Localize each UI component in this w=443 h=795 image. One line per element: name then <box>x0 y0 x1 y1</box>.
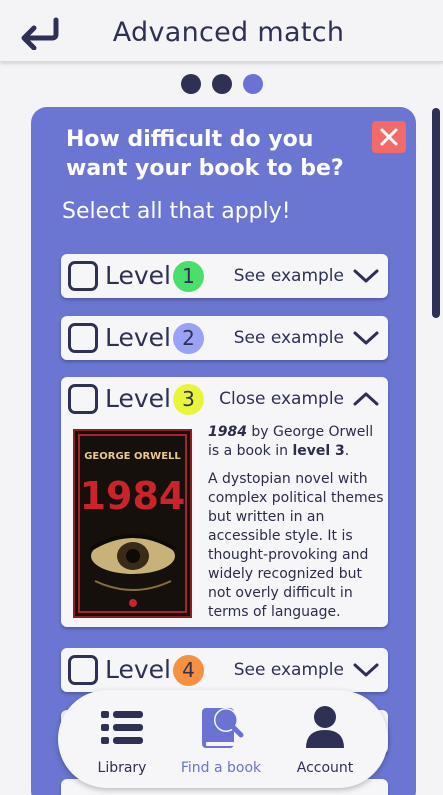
level-badge-2: 2 <box>173 323 204 354</box>
example-content: GEORGE ORWELL 1984 1984 by George Orwell… <box>61 421 388 627</box>
level-2-checkbox[interactable] <box>68 323 98 353</box>
chevron-down-icon <box>353 331 379 345</box>
step-dot-2 <box>211 74 232 94</box>
user-icon <box>306 706 344 748</box>
level-card-4: Level 4 See example <box>61 648 388 692</box>
summary-period: . <box>344 443 350 459</box>
level-1-checkbox[interactable] <box>68 261 98 291</box>
level-badge-1: 1 <box>173 261 204 292</box>
book-cover-image: GEORGE ORWELL 1984 <box>73 429 192 618</box>
example-toggle-label: Close example <box>219 389 344 409</box>
level-badge-4: 4 <box>173 655 204 686</box>
question-heading: How difficult do you want your book to b… <box>66 127 344 181</box>
nav-label-find-a-book: Find a book <box>180 760 262 776</box>
app-header: Advanced match <box>0 0 443 62</box>
example-toggle-label: See example <box>233 660 344 680</box>
nav-label-library: Library <box>97 760 147 776</box>
bottom-navigation: Library Find a book Account <box>58 690 388 788</box>
book-level-text: level 3 <box>292 443 345 459</box>
step-dot-3-current <box>242 74 263 94</box>
book-detail-text: A dystopian novel with complex political… <box>208 471 384 620</box>
level-label: Level <box>105 261 171 290</box>
step-indicator <box>0 74 443 94</box>
level-card-3: Level 3 Close example GEORGE ORWELL 1984 <box>61 377 388 627</box>
level-4-checkbox[interactable] <box>68 655 98 685</box>
scrollbar[interactable] <box>432 108 440 318</box>
nav-library[interactable]: Library <box>72 704 172 776</box>
close-example-toggle-3[interactable]: Close example <box>219 377 380 421</box>
level-3-checkbox[interactable] <box>68 384 98 414</box>
nav-account[interactable]: Account <box>275 704 375 776</box>
step-dot-1 <box>180 74 201 94</box>
level-label: Level <box>105 384 171 413</box>
nav-label-account: Account <box>296 760 354 776</box>
level-card-2: Level 2 See example <box>61 316 388 360</box>
book-title: 1984 <box>208 424 247 440</box>
book-search-icon <box>202 708 244 748</box>
level-label: Level <box>105 655 171 684</box>
level-label: Level <box>105 323 171 352</box>
book-description: 1984 by George Orwell is a book in level… <box>208 423 386 631</box>
close-button[interactable] <box>372 121 406 153</box>
see-example-toggle-2[interactable]: See example <box>234 316 380 360</box>
list-icon <box>101 711 143 744</box>
close-icon <box>380 128 398 146</box>
cover-author-text: GEORGE ORWELL <box>84 451 181 462</box>
see-example-toggle-1[interactable]: See example <box>234 254 380 298</box>
level-card-1: Level 1 See example <box>61 254 388 298</box>
see-example-toggle-4[interactable]: See example <box>234 648 380 692</box>
chevron-up-icon <box>353 392 379 406</box>
book-summary-line: 1984 by George Orwell is a book in level… <box>208 423 386 461</box>
chevron-down-icon <box>353 663 379 677</box>
book-cover-art: GEORGE ORWELL 1984 <box>75 431 190 616</box>
cover-title-text: 1984 <box>80 474 186 518</box>
chevron-down-icon <box>353 269 379 283</box>
example-toggle-label: See example <box>233 266 344 286</box>
instruction-text: Select all that apply! <box>62 199 291 224</box>
nav-find-a-book[interactable]: Find a book <box>171 704 271 776</box>
level-badge-3: 3 <box>173 384 204 415</box>
page-title: Advanced match <box>112 17 345 48</box>
example-toggle-label: See example <box>233 328 344 348</box>
